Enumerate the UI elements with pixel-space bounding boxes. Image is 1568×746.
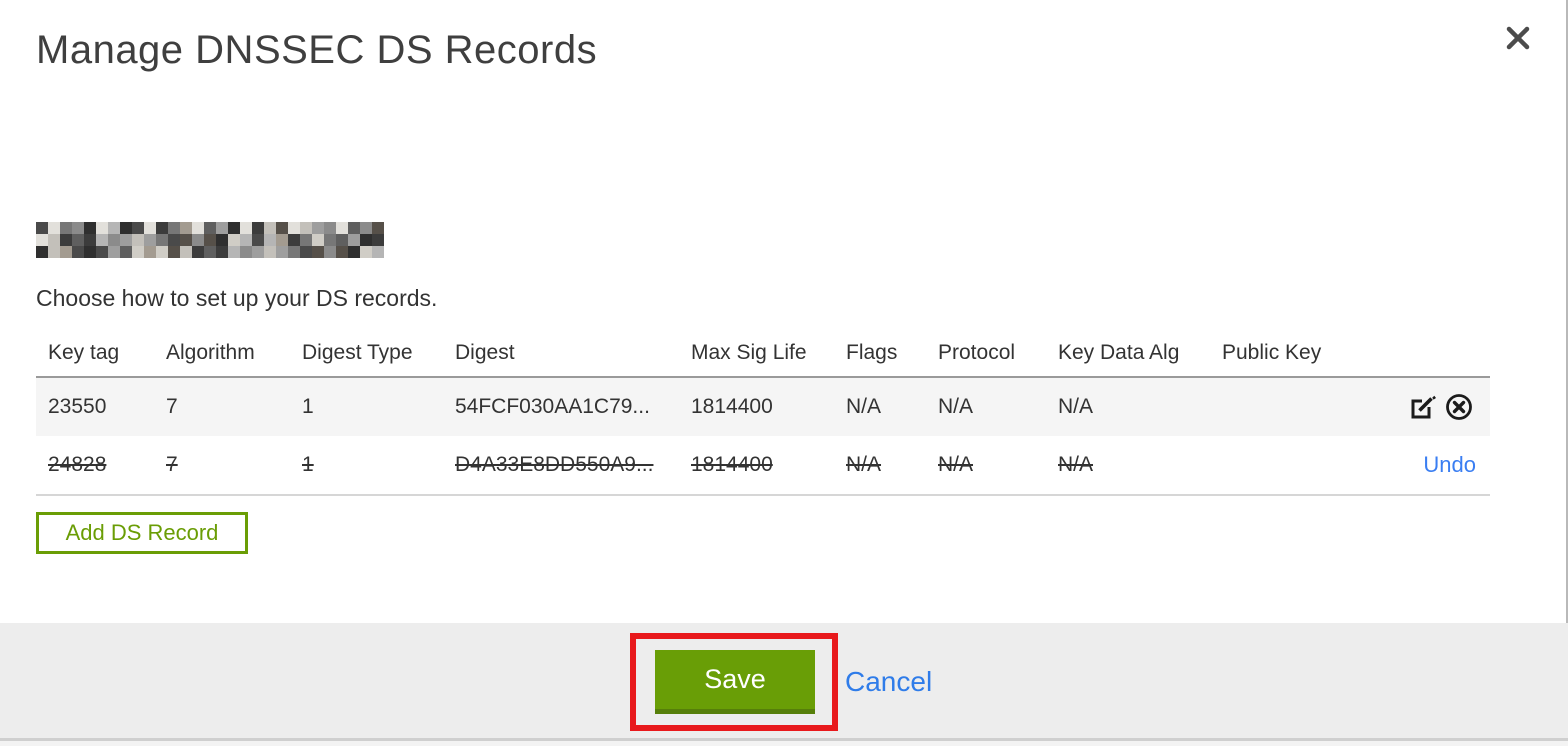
cell-digest-type: 1 [302,395,314,418]
cell-digest: 54FCF030AA1C79... [455,395,650,418]
cell-protocol: N/A [938,453,974,476]
delete-circle-icon [1446,394,1472,420]
col-header-flags: Flags [846,341,898,364]
ds-records-table: Key tag Algorithm Digest Type Digest Max… [36,330,1490,496]
col-header-public-key: Public Key [1222,341,1322,364]
col-header-digest: Digest [455,341,515,364]
cell-flags: N/A [846,453,882,476]
table-header-row: Key tag Algorithm Digest Type Digest Max… [36,330,1490,376]
table-row: 23550 7 1 54FCF030AA1C79... 1814400 N/A … [36,376,1490,436]
cell-protocol: N/A [938,395,974,418]
save-button[interactable]: Save [655,650,815,714]
close-button[interactable] [1504,24,1532,52]
edit-icon [1411,395,1436,419]
cell-max-sig-life: 1814400 [691,453,773,476]
delete-record-button[interactable] [1442,390,1476,424]
cell-max-sig-life: 1814400 [691,395,773,418]
col-header-algorithm: Algorithm [166,341,255,364]
undo-link[interactable]: Undo [1423,452,1476,478]
add-ds-record-button[interactable]: Add DS Record [36,512,248,554]
cell-algorithm: 7 [166,453,178,476]
col-header-max-sig-life: Max Sig Life [691,341,807,364]
col-header-digest-type: Digest Type [302,341,413,364]
cell-key-tag: 24828 [48,453,107,476]
instruction-text: Choose how to set up your DS records. [36,285,438,311]
cell-digest-type: 1 [302,453,314,476]
cell-digest: D4A33E8DD550A9... [455,453,654,476]
domain-name-redacted [36,222,390,258]
cell-flags: N/A [846,395,882,418]
cell-key-data-alg: N/A [1058,453,1094,476]
edit-record-button[interactable] [1406,390,1440,424]
cell-key-tag: 23550 [48,395,107,418]
col-header-protocol: Protocol [938,341,1016,364]
modal-footer: Save Cancel [0,623,1568,738]
modal-bottom-edge [0,738,1568,746]
page-title: Manage DNSSEC DS Records [36,28,598,72]
cell-algorithm: 7 [166,395,178,418]
col-header-key-tag: Key tag [48,341,120,364]
cancel-link[interactable]: Cancel [845,666,932,698]
close-icon [1506,26,1530,50]
table-row-deleted: 24828 7 1 D4A33E8DD550A9... 1814400 N/A … [36,436,1490,496]
cell-key-data-alg: N/A [1058,395,1094,418]
col-header-key-data-alg: Key Data Alg [1058,341,1180,364]
